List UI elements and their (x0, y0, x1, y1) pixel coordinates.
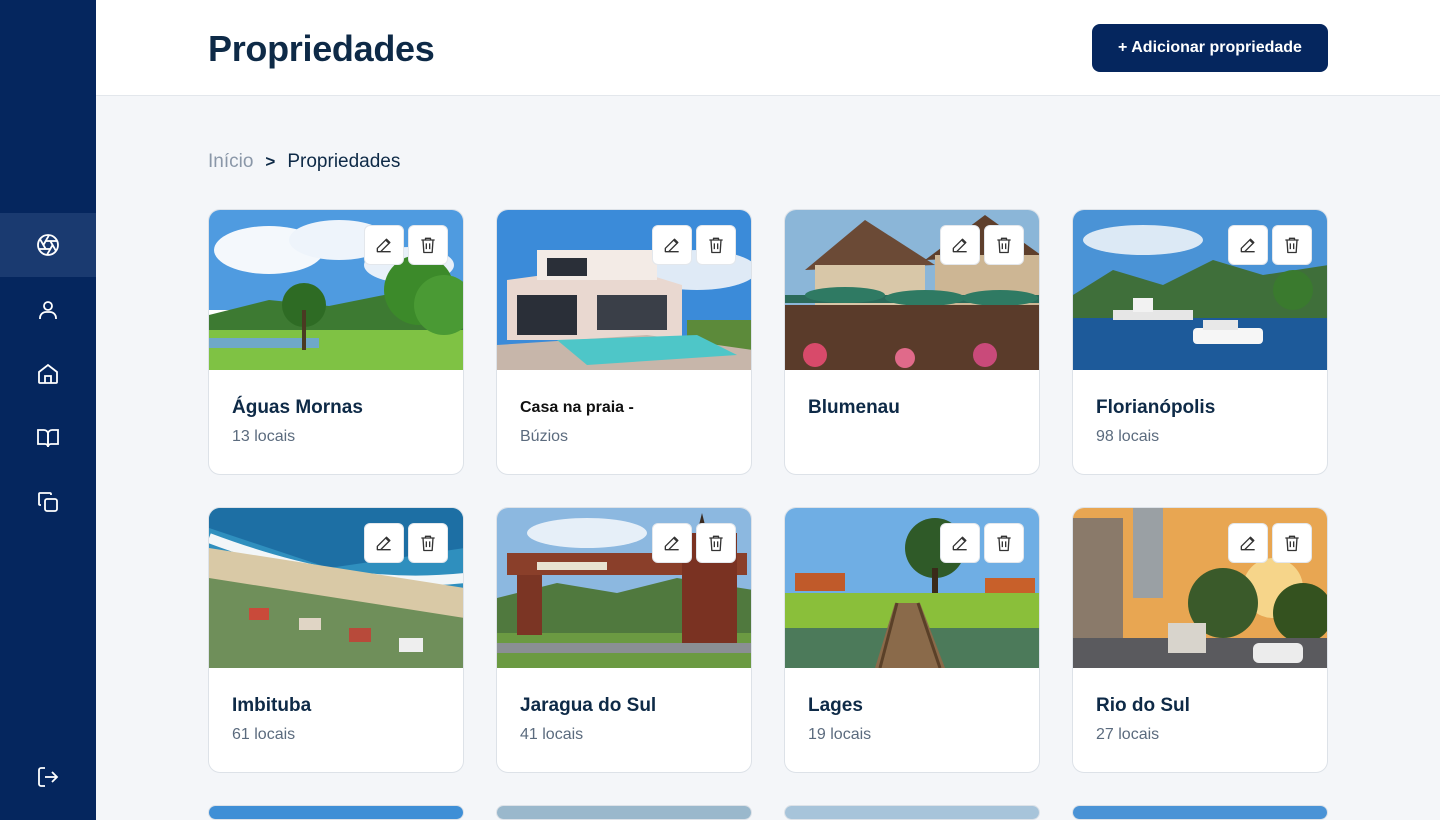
property-card-partial[interactable] (784, 805, 1040, 820)
property-card[interactable]: Imbituba 61 locais (208, 507, 464, 773)
pencil-icon (950, 235, 970, 255)
delete-button[interactable] (1272, 523, 1312, 563)
property-card-partial[interactable] (496, 805, 752, 820)
property-name: Casa na praia - (520, 399, 634, 416)
nav-copy[interactable] (0, 470, 96, 534)
property-card[interactable]: Casa na praia - Búzios (496, 209, 752, 475)
property-name: Rio do Sul (1096, 695, 1190, 716)
trash-icon (1282, 235, 1302, 255)
trash-icon (1282, 533, 1302, 553)
pencil-icon (662, 235, 682, 255)
property-name: Jaragua do Sul (520, 695, 657, 716)
delete-button[interactable] (696, 523, 736, 563)
property-card[interactable]: Florianópolis 98 locais (1072, 209, 1328, 475)
user-icon (39, 301, 57, 319)
property-card[interactable]: Águas Mornas 13 locais (208, 209, 464, 475)
aperture-icon (37, 234, 59, 256)
property-subtitle: Búzios (520, 428, 569, 445)
edit-button[interactable] (1228, 225, 1268, 265)
sidebar (0, 0, 96, 820)
property-card-partial[interactable] (1072, 805, 1328, 820)
property-image (209, 806, 463, 819)
property-subtitle: 41 locais (520, 726, 584, 743)
property-subtitle: 19 locais (808, 726, 872, 743)
breadcrumb: Início > Propriedades (208, 151, 400, 173)
property-subtitle: 61 locais (232, 726, 296, 743)
property-card[interactable]: Lages 19 locais (784, 507, 1040, 773)
nav-properties[interactable] (0, 213, 96, 277)
property-image (1073, 806, 1327, 819)
logout-icon (38, 767, 59, 787)
trash-icon (706, 533, 726, 553)
book-icon (37, 429, 59, 448)
nav-users[interactable] (0, 278, 96, 342)
top-bar: Propriedades + Adicionar propriedade (96, 0, 1440, 96)
property-card[interactable]: Rio do Sul 27 locais (1072, 507, 1328, 773)
trash-icon (994, 533, 1014, 553)
property-image (785, 806, 1039, 819)
nav-book[interactable] (0, 406, 96, 470)
property-name: Blumenau (808, 397, 900, 418)
property-name: Florianópolis (1096, 397, 1216, 418)
property-name: Imbituba (232, 695, 312, 716)
edit-button[interactable] (940, 225, 980, 265)
copy-icon (38, 492, 58, 512)
trash-icon (994, 235, 1014, 255)
home-icon (38, 363, 58, 384)
property-subtitle: 13 locais (232, 428, 296, 445)
pencil-icon (662, 533, 682, 553)
property-card[interactable]: Jaragua do Sul 41 locais (496, 507, 752, 773)
delete-button[interactable] (1272, 225, 1312, 265)
property-image (497, 806, 751, 819)
property-subtitle: 27 locais (1096, 726, 1160, 743)
breadcrumb-separator: > (265, 152, 276, 171)
pencil-icon (1238, 235, 1258, 255)
trash-icon (418, 533, 438, 553)
pencil-icon (374, 235, 394, 255)
add-property-button[interactable]: + Adicionar propriedade (1092, 24, 1328, 72)
edit-button[interactable] (940, 523, 980, 563)
edit-button[interactable] (1228, 523, 1268, 563)
logout-button[interactable] (0, 745, 96, 809)
nav-home[interactable] (0, 342, 96, 406)
edit-button[interactable] (364, 523, 404, 563)
delete-button[interactable] (408, 523, 448, 563)
delete-button[interactable] (984, 523, 1024, 563)
pencil-icon (950, 533, 970, 553)
pencil-icon (374, 533, 394, 553)
delete-button[interactable] (984, 225, 1024, 265)
property-card-partial[interactable] (208, 805, 464, 820)
property-name: Lages (808, 695, 863, 716)
delete-button[interactable] (408, 225, 448, 265)
property-name: Águas Mornas (232, 397, 363, 418)
edit-button[interactable] (652, 523, 692, 563)
breadcrumb-current: Propriedades (287, 151, 401, 172)
page-title: Propriedades (208, 28, 435, 69)
property-subtitle: 98 locais (1096, 428, 1160, 445)
breadcrumb-home[interactable]: Início (208, 151, 253, 173)
pencil-icon (1238, 533, 1258, 553)
trash-icon (418, 235, 438, 255)
trash-icon (706, 235, 726, 255)
property-card[interactable]: Blumenau (784, 209, 1040, 475)
edit-button[interactable] (364, 225, 404, 265)
edit-button[interactable] (652, 225, 692, 265)
delete-button[interactable] (696, 225, 736, 265)
